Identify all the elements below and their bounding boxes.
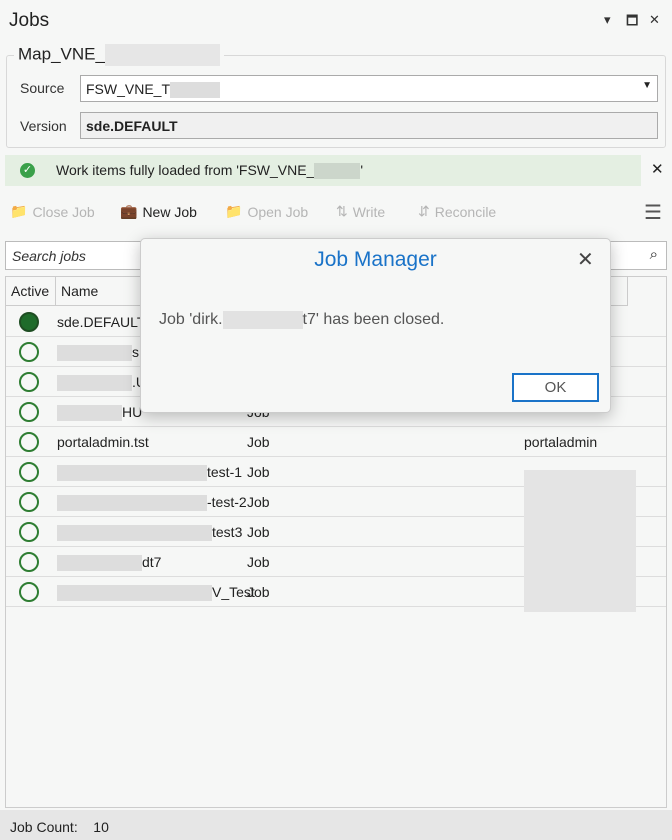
reconcile-icon: ⇵ [418, 203, 430, 219]
chevron-down-icon: ▼ [642, 80, 652, 91]
job-name: dt7 [57, 554, 162, 572]
dialog-close-icon[interactable]: ✕ [577, 247, 594, 272]
job-type: Job [247, 584, 270, 600]
job-name-text: dt7 [142, 554, 162, 570]
inactive-indicator-icon[interactable] [19, 522, 39, 542]
notification-bar: ✓ Work items fully loaded from 'FSW_VNE_… [5, 155, 641, 186]
job-name-text: -test-2 [207, 494, 247, 510]
version-label: Version [20, 118, 67, 134]
inactive-indicator-icon[interactable] [19, 432, 39, 452]
write-button[interactable]: ⇅ Write [336, 203, 385, 220]
dismiss-notification-icon[interactable]: ✕ [651, 160, 664, 178]
inactive-indicator-icon[interactable] [19, 402, 39, 422]
status-footer: Job Count: 10 [0, 810, 672, 840]
redacted-text [57, 555, 142, 572]
source-dropdown[interactable]: FSW_VNE_T ▼ [80, 75, 658, 102]
job-name: s [57, 344, 139, 362]
close-icon[interactable]: ✕ [649, 12, 660, 28]
source-label: Source [20, 80, 65, 96]
folder-icon: 📁 [225, 203, 243, 219]
redacted-region [524, 470, 636, 612]
redacted-text [57, 345, 132, 362]
job-name-text: portaladmin.tst [57, 434, 149, 450]
group-title: Map_VNE_ [14, 44, 224, 66]
job-type: Job [247, 524, 270, 540]
redacted-text [57, 525, 212, 542]
maximize-icon[interactable]: 🗖 [626, 12, 638, 34]
inactive-indicator-icon[interactable] [19, 582, 39, 602]
notification-text: Work items fully loaded from 'FSW_VNE_ ' [56, 162, 364, 180]
job-name-text: s [132, 344, 139, 360]
inactive-indicator-icon[interactable] [19, 462, 39, 482]
job-name: .U [57, 374, 146, 392]
close-job-button[interactable]: 📁 Close Job [10, 203, 95, 220]
job-name: portaladmin.tst [57, 434, 149, 450]
inactive-indicator-icon[interactable] [19, 492, 39, 512]
redacted-text [57, 375, 132, 392]
job-type: Job [247, 464, 270, 480]
reconcile-button[interactable]: ⇵ Reconcile [418, 203, 496, 220]
version-field: sde.DEFAULT [80, 112, 658, 139]
redacted-text [57, 585, 212, 602]
job-name: HU [57, 404, 142, 422]
job-count-label: Job Count: [10, 819, 78, 835]
job-count-value: 10 [93, 819, 109, 835]
dropdown-icon[interactable]: ▾ [604, 12, 611, 28]
job-owner: portaladmin [524, 434, 598, 450]
job-name-text: sde.DEFAULT [57, 314, 146, 330]
job-type: Job [247, 554, 270, 570]
search-icon[interactable]: ⌕ [650, 246, 658, 263]
ok-button[interactable]: OK [512, 373, 599, 402]
check-icon: ✓ [20, 163, 35, 178]
menu-icon[interactable]: ☰ [644, 200, 662, 225]
briefcase-icon: 💼 [120, 203, 138, 219]
dialog-title: Job Manager [314, 248, 437, 271]
inactive-indicator-icon[interactable] [19, 372, 39, 392]
redacted-text [57, 405, 122, 422]
inactive-indicator-icon[interactable] [19, 342, 39, 362]
job-manager-dialog: Job Manager ✕ Job 'dirk. t7' has been clo… [140, 238, 611, 413]
inactive-indicator-icon[interactable] [19, 552, 39, 572]
active-indicator-icon[interactable] [19, 312, 39, 332]
redacted-text [57, 465, 207, 482]
dialog-message: Job 'dirk. t7' has been closed. [159, 311, 445, 329]
job-name: V_Test [57, 584, 255, 602]
job-name-text: test-1 [207, 464, 243, 480]
window-title: Jobs [9, 10, 50, 31]
job-type: Job [247, 494, 270, 510]
write-icon: ⇅ [336, 203, 348, 219]
job-name: sde.DEFAULT [57, 314, 145, 330]
job-name: test-1 [57, 464, 243, 482]
job-name: -test-2 [57, 494, 247, 512]
table-row[interactable]: portaladmin.tst Job portaladmin [6, 427, 666, 457]
header-active[interactable]: Active [6, 277, 56, 306]
search-placeholder: Search jobs [12, 248, 86, 264]
folder-icon: 📁 [10, 203, 28, 219]
job-type: Job [247, 434, 270, 450]
job-name: test3 [57, 524, 243, 542]
job-name-text: test3 [212, 524, 243, 540]
redacted-text [57, 495, 207, 512]
open-job-button[interactable]: 📁 Open Job [225, 203, 308, 220]
new-job-button[interactable]: 💼 New Job [120, 203, 197, 220]
